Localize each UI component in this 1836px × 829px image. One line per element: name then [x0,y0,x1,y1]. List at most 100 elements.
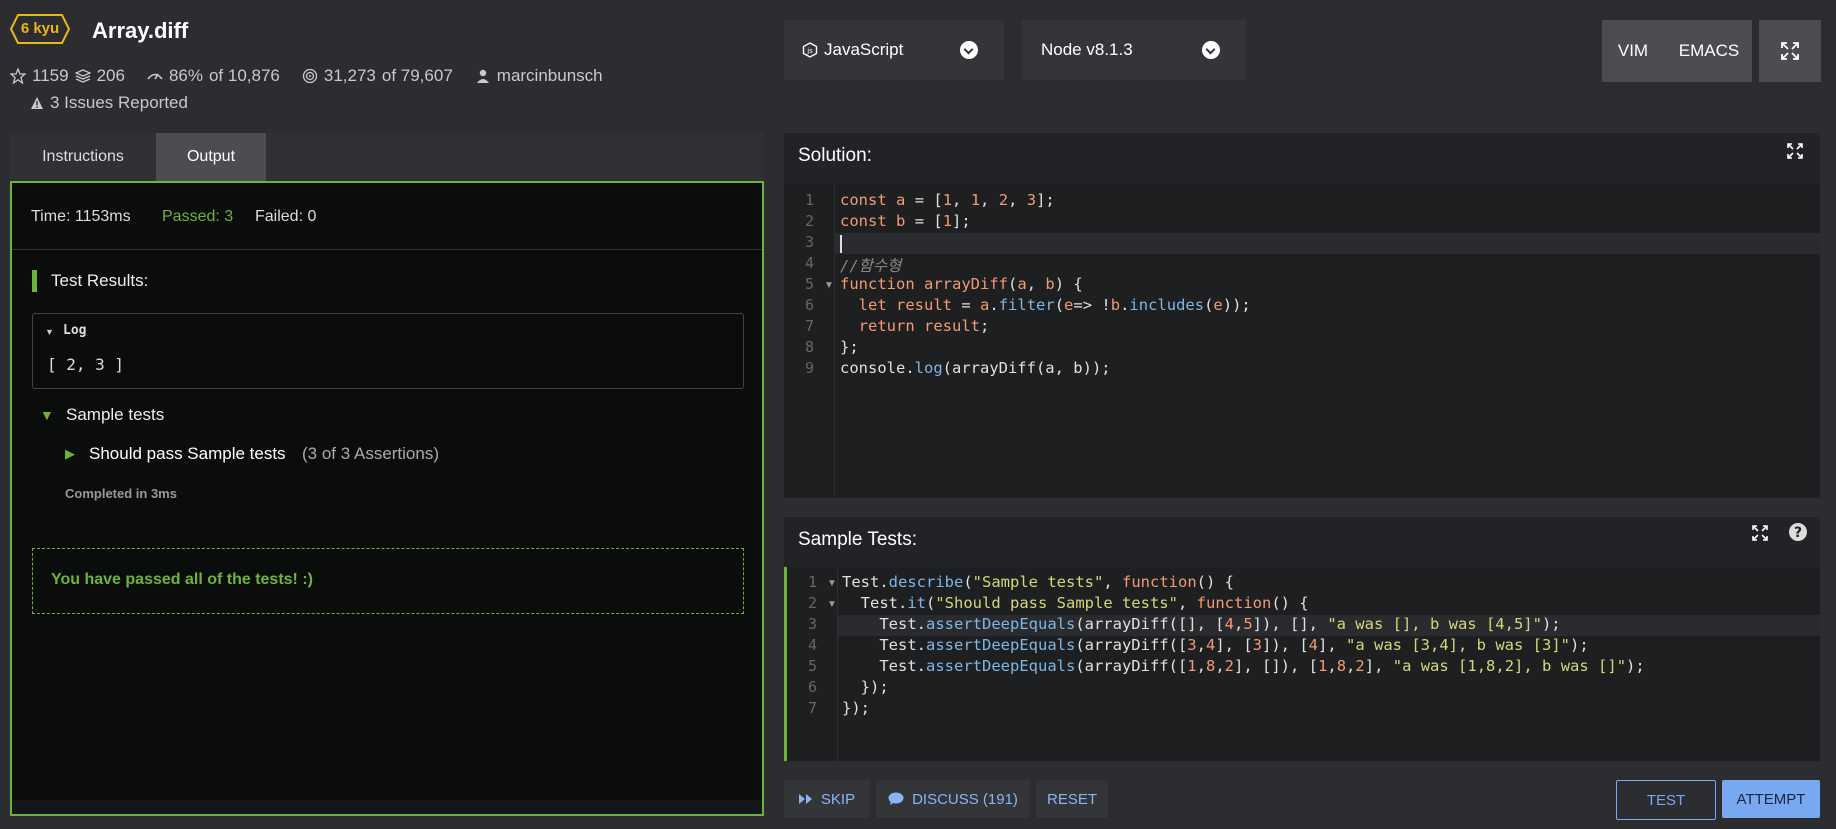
reset-button[interactable]: RESET [1036,780,1108,818]
triangle-down-icon[interactable]: ▼ [45,327,54,337]
fold-toggle-icon[interactable]: ▼ [827,578,837,589]
code-line: Test.assertDeepEquals(arrayDiff([3,4], [… [842,636,1589,654]
triangle-right-icon[interactable]: ▶ [65,446,75,462]
code-line: console.log(arrayDiff(a, b)); [840,359,1111,377]
line-number: 1 [807,573,817,591]
code-line: Test.assertDeepEquals(arrayDiff([], [4,5… [842,615,1561,633]
satisfaction-icon [147,73,163,80]
test-summary-bar: Time: 1153ms Passed: 3 Failed: 0 [12,183,762,250]
star-icon[interactable] [10,68,26,84]
fullscreen-button[interactable] [1759,20,1821,82]
collections-count: 206 [96,66,125,85]
satisfaction-rating: 86% [168,66,203,85]
issues-link[interactable]: 3 Issues Reported [30,93,188,113]
emacs-button[interactable]: EMACS [1666,20,1752,82]
line-number: 3 [804,233,814,251]
completed-count: 31,273 [323,66,376,85]
assertions-count: (3 of 3 Assertions) [302,444,440,463]
code-line: const a = [1, 1, 2, 3]; [840,191,1055,209]
line-number: 8 [804,338,814,356]
completed-total: of 79,607 [381,66,453,85]
code-line: //함수형 [840,257,902,275]
kata-stats: 1159 206 86% of 10,876 31,273 of 79,607 … [10,66,603,86]
line-number: 2 [804,212,814,230]
javascript-icon: js [802,42,818,58]
skip-label: SKIP [820,790,856,808]
issues-label: 3 Issues Reported [50,93,188,112]
chevron-down-icon [960,41,978,59]
group-title[interactable]: Sample tests [66,405,164,425]
author-link[interactable]: marcinbunsch [497,66,603,86]
log-value: [ 2, 3 ] [47,355,125,374]
fast-forward-icon [798,794,812,804]
vim-button[interactable]: VIM [1602,20,1664,82]
log-title: Log [63,323,87,338]
user-icon [476,69,489,83]
results-accent [32,270,37,292]
code-line: Test.describe("Sample tests", function()… [842,573,1234,591]
sample-tests-panel: Sample Tests: ? 1 2 3 4 5 6 7 ▼ ▼ Test.d… [784,517,1820,761]
test-name[interactable]: Should pass Sample tests [89,444,286,464]
reset-label: RESET [1046,790,1097,808]
help-icon[interactable]: ? [1788,522,1808,542]
kata-title[interactable]: Array.diff [92,18,188,44]
line-number: 6 [804,296,814,314]
code-line: function arrayDiff(a, b) { [840,275,1083,293]
version-select[interactable]: Node v8.1.3 [1022,20,1246,80]
svg-text:?: ? [1794,525,1802,541]
attempt-label: ATTEMPT [1736,790,1806,808]
test-label: TEST [1646,791,1686,809]
tab-output[interactable]: Output [156,133,266,181]
line-number: 5 [804,275,814,293]
chevron-down-icon [1202,41,1220,59]
results-title: Test Results: [51,271,149,290]
panel-tabs: Instructions Output [10,133,764,181]
line-number: 6 [807,678,817,696]
output-panel: Time: 1153ms Passed: 3 Failed: 0 Test Re… [10,181,764,816]
tab-instructions[interactable]: Instructions [10,133,156,181]
line-number: 7 [804,317,814,335]
stars-count: 1159 [32,66,69,85]
pass-message: You have passed all of the tests! :) [51,571,313,588]
solution-gutter: 1 2 3 4 5 6 7 8 9 ▼ [784,183,835,498]
expand-icon [1781,42,1799,60]
active-line [835,233,1820,254]
code-line: const b = [1]; [840,212,971,230]
warning-icon [31,97,43,109]
language-value: JavaScript [824,40,904,59]
fold-toggle-icon[interactable]: ▼ [827,599,837,610]
satisfaction-total: of 10,876 [208,66,280,85]
code-line: let result = a.filter(e=> !b.includes(e)… [858,296,1251,314]
code-line: Test.assertDeepEquals(arrayDiff([1,8,2],… [842,657,1645,675]
skip-button[interactable]: SKIP [784,780,870,818]
attempt-button[interactable]: ATTEMPT [1722,780,1820,818]
sample-tests-editor[interactable]: 1 2 3 4 5 6 7 ▼ ▼ Test.describe("Sample … [784,567,1820,761]
line-number: 9 [804,359,814,377]
solution-editor[interactable]: 1 2 3 4 5 6 7 8 9 ▼ const a = [1, 1, 2, … [784,183,1820,498]
completed-in: Completed in 3ms [65,486,177,501]
code-line: }); [842,678,889,696]
version-value: Node v8.1.3 [1041,40,1133,59]
failed-label: Failed: 0 [255,208,317,225]
code-line: }); [842,699,870,717]
rank-label: 6 kyu [20,20,60,37]
language-select[interactable]: js JavaScript [784,20,1004,80]
text-cursor [840,235,842,253]
discuss-button[interactable]: DISCUSS (191) [876,780,1030,818]
svg-text:js: js [806,47,813,55]
expand-icon[interactable] [1751,524,1769,542]
expand-icon[interactable] [1786,142,1804,160]
discuss-label: DISCUSS (191) [912,790,1018,808]
output-scrollbar[interactable] [12,800,762,814]
triangle-down-icon[interactable]: ▼ [40,407,54,423]
solution-title: Solution: [798,145,872,166]
test-button[interactable]: TEST [1616,780,1716,820]
line-number: 2 [807,594,817,612]
code-line: }; [840,338,859,356]
time-label: Time: 1153ms [31,208,131,225]
sample-tests-gutter: 1 2 3 4 5 6 7 ▼ ▼ [787,567,838,761]
line-number: 5 [807,657,817,675]
line-number: 4 [807,636,817,654]
fold-toggle-icon[interactable]: ▼ [824,280,834,291]
pass-message-box: You have passed all of the tests! :) [32,548,744,614]
